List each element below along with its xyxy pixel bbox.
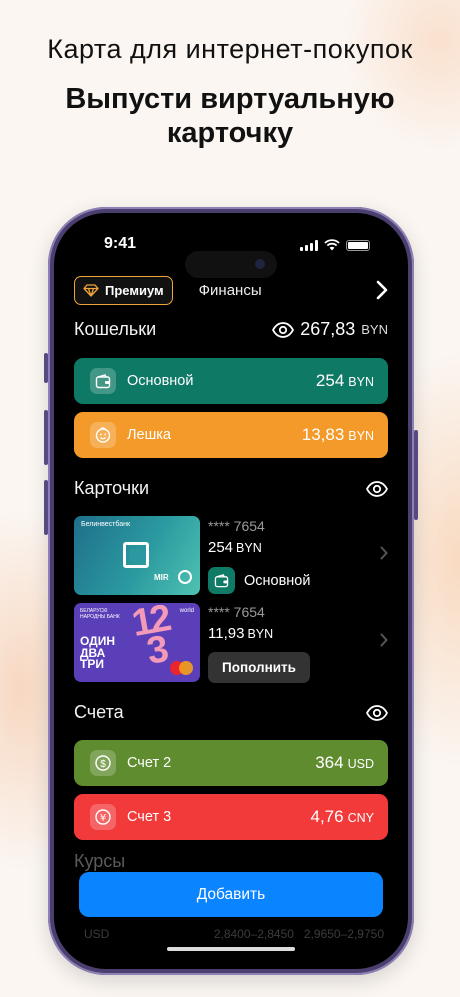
account-name: Счет 3 xyxy=(127,809,172,825)
accounts-header: Счета xyxy=(74,702,388,723)
accounts-title: Счета xyxy=(74,702,124,722)
subhead-line-2: карточку xyxy=(166,117,294,149)
yuan-coin-icon: ¥ xyxy=(90,804,116,830)
account-item-2[interactable]: $ Счет 2 364 USD xyxy=(74,740,388,786)
signal-icon xyxy=(300,239,318,251)
smile-face-icon xyxy=(90,422,116,448)
card-balance: 11,93 BYN xyxy=(208,625,274,642)
narodny-bank-logo: БЕЛАРУСКІ НАРОДНЫ БАНК xyxy=(80,608,120,620)
rate-row: USD 2,8400–2,8450 2,9650–2,9750 xyxy=(84,927,384,941)
wallet-icon xyxy=(90,368,116,394)
wallet-amount: 254 BYN xyxy=(315,371,374,390)
tab-finance[interactable]: Финансы xyxy=(199,282,262,299)
wallets-total[interactable]: 267,83 BYN xyxy=(272,319,388,340)
cards-title: Карточки xyxy=(74,478,150,498)
rates-title: Курсы xyxy=(74,851,126,871)
wallet-icon xyxy=(208,567,235,594)
belinvest-bank-logo: Белинвестбанк xyxy=(81,521,131,528)
subheadline: Выпусти виртуальную карточку xyxy=(0,82,460,150)
wallet-amount: 13,83 BYN xyxy=(301,425,374,444)
wallets-title: Кошельки xyxy=(74,319,157,339)
rate-buy: 2,8400–2,8450 xyxy=(213,927,294,941)
card-number: **** 7654 xyxy=(208,604,265,620)
eye-icon[interactable] xyxy=(366,704,388,721)
topup-button[interactable]: Пополнить xyxy=(208,652,310,683)
subhead-line-1: Выпусти виртуальную xyxy=(65,83,395,115)
home-indicator[interactable] xyxy=(167,947,295,951)
account-amount: 4,76 CNY xyxy=(310,807,375,826)
app-screen: 9:41 Премиум Финансы Кошельки 267,83 BYN… xyxy=(54,213,408,969)
mir-logo: MIR xyxy=(154,573,169,582)
diamond-icon xyxy=(83,283,99,297)
cards-header: Карточки xyxy=(74,478,388,499)
chevron-right-icon[interactable] xyxy=(380,633,388,647)
add-button[interactable]: Добавить xyxy=(79,872,383,917)
status-icons xyxy=(300,239,370,251)
linked-wallet-name: Основной xyxy=(244,572,311,589)
account-item-3[interactable]: ¥ Счет 3 4,76 CNY xyxy=(74,794,388,840)
wallets-total-currency: BYN xyxy=(361,322,388,337)
wifi-icon xyxy=(324,239,340,251)
rate-currency: USD xyxy=(84,927,110,941)
rate-sell: 2,9650–2,9750 xyxy=(303,927,384,941)
wallet-name: Основной xyxy=(127,373,194,389)
battery-icon xyxy=(346,239,370,251)
dollar-coin-icon: $ xyxy=(90,750,116,776)
chevron-right-icon[interactable] xyxy=(380,546,388,560)
premium-label: Премиум xyxy=(105,282,164,298)
belinvest-card-image: Белинвестбанк MIR xyxy=(74,516,200,595)
premium-button[interactable]: Премиум xyxy=(74,275,173,305)
headline: Карта для интернет-покупок xyxy=(47,34,413,64)
eye-icon xyxy=(272,321,295,338)
card-balance: 254 BYN xyxy=(208,539,262,556)
card-row-belinvest[interactable]: Белинвестбанк MIR **** 7654 254 BYN Основ… xyxy=(74,516,388,595)
top-bar: Премиум Финансы xyxy=(74,275,388,305)
card-row-narodny[interactable]: БЕЛАРУСКІ НАРОДНЫ БАНК world 12 3 ОДИН ДВ… xyxy=(74,603,388,683)
status-time: 9:41 xyxy=(104,235,137,252)
wallets-total-value: 267,83 xyxy=(300,319,356,339)
phone-side-button xyxy=(414,430,418,520)
svg-text:$: $ xyxy=(100,759,106,770)
mastercard-logo xyxy=(170,661,194,675)
wallets-header: Кошельки 267,83 BYN xyxy=(74,319,388,340)
card-art-text: ОДИН ДВА ТРИ xyxy=(80,635,115,671)
contactless-icon xyxy=(178,570,192,584)
account-amount: 364 USD xyxy=(315,753,374,772)
chevron-right-icon[interactable] xyxy=(376,280,388,300)
card-art-word-3: ТРИ xyxy=(80,657,104,671)
phone-side-button xyxy=(44,353,48,383)
card-linked-wallet: Основной xyxy=(208,567,310,594)
phone-side-button xyxy=(44,410,48,465)
world-logo: world xyxy=(179,608,194,614)
phone-side-button xyxy=(44,480,48,535)
wallet-name: Лешка xyxy=(127,427,171,443)
card-number: **** 7654 xyxy=(208,518,265,534)
status-bar: 9:41 xyxy=(54,235,408,278)
dynamic-island xyxy=(185,251,277,278)
wallet-item-main[interactable]: Основной 254 BYN xyxy=(74,358,388,404)
wallet-item-leshka[interactable]: Лешка 13,83 BYN xyxy=(74,412,388,458)
eye-icon[interactable] xyxy=(366,480,388,497)
card-emblem-inner xyxy=(130,549,142,561)
narodny-card-image: БЕЛАРУСКІ НАРОДНЫ БАНК world 12 3 ОДИН ДВ… xyxy=(74,603,200,682)
svg-text:¥: ¥ xyxy=(100,813,106,824)
account-name: Счет 2 xyxy=(127,755,172,771)
